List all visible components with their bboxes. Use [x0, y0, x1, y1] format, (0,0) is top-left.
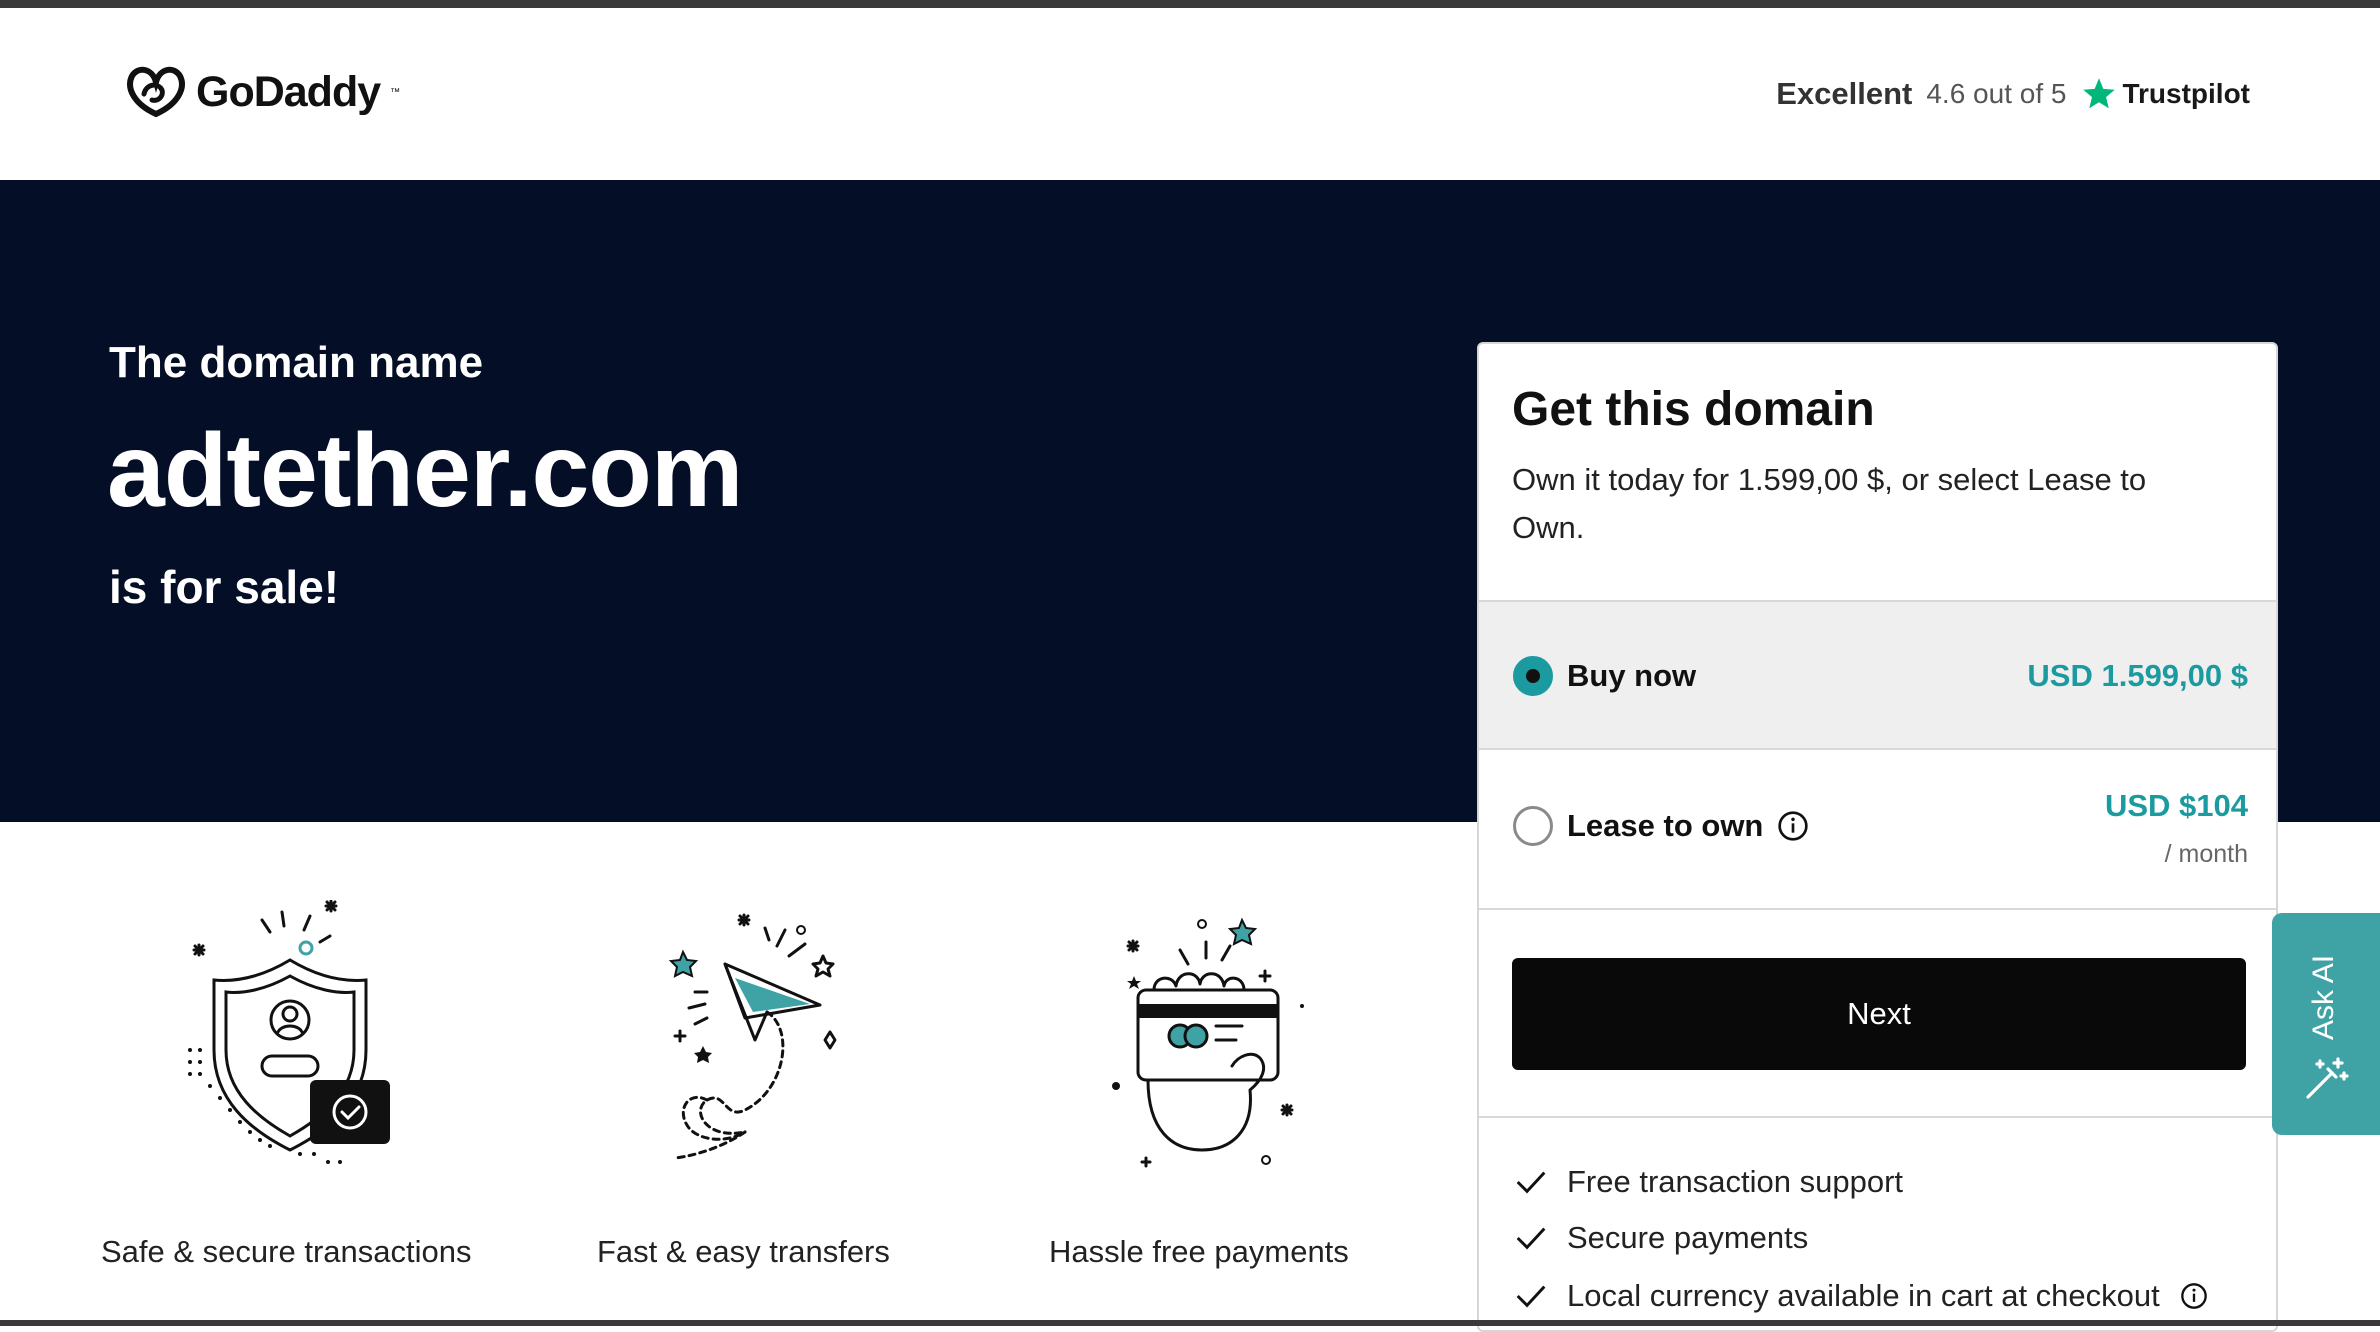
buy-now-radio[interactable] — [1513, 656, 1553, 696]
feature-payments — [1022, 900, 1382, 1180]
bullet-text: Local currency available in cart at chec… — [1567, 1278, 2160, 1313]
card-title: Get this domain — [1512, 383, 1875, 436]
logo-text: GoDaddy — [196, 67, 381, 116]
purchase-card: Get this domain Own it today for 1.599,0… — [1477, 342, 2278, 1332]
trustpilot-rating[interactable]: Excellent 4.6 out of 5 Trustpilot — [1776, 76, 2250, 112]
godaddy-logo-icon — [127, 66, 185, 118]
lease-to-own-label: Lease to own — [1567, 808, 1764, 843]
site-header: GoDaddy ™ Excellent 4.6 out of 5 Trustpil… — [0, 8, 2380, 180]
trustpilot-brand-label: Trustpilot — [2122, 78, 2250, 109]
ask-ai-button[interactable]: Ask AI — [2272, 913, 2380, 1135]
bullet-text: Free transaction support — [1567, 1164, 1904, 1199]
card-divider — [1479, 1116, 2276, 1118]
bullet-text: Secure payments — [1567, 1220, 1809, 1255]
window-top-edge — [0, 0, 2380, 8]
check-icon — [1516, 1285, 1546, 1308]
lease-to-own-label-group: Lease to own — [1567, 808, 1809, 844]
option-buy-now[interactable]: Buy now USD 1.599,00 $ — [1479, 600, 2276, 748]
card-description: Own it today for 1.599,00 $, or select L… — [1512, 462, 2147, 545]
hero-subtitle: The domain name — [109, 338, 484, 387]
feature-secure-label: Safe & secure transactions — [101, 1234, 472, 1269]
trademark-mark: ™ — [390, 86, 401, 98]
bullet-item: Local currency available in cart at chec… — [1515, 1278, 2208, 1314]
info-icon[interactable] — [1777, 810, 1809, 842]
bullet-item: Free transaction support — [1515, 1164, 1903, 1200]
shield-check-icon — [188, 900, 390, 1164]
option-lease-to-own[interactable]: Lease to own USD $104 / month — [1479, 748, 2276, 910]
trustpilot-rating-word: Excellent — [1776, 76, 1913, 111]
check-icon — [1516, 1227, 1546, 1250]
hero-tagline: is for sale! — [109, 561, 340, 613]
lease-price: USD $104 — [2104, 788, 2248, 823]
hand-card-icon — [1112, 917, 1304, 1168]
magic-wand-icon — [2306, 1057, 2349, 1099]
trustpilot-star-icon — [2083, 78, 2116, 109]
feature-transfers — [565, 900, 925, 1180]
feature-secure — [110, 900, 470, 1180]
window-bottom-edge — [0, 1320, 2380, 1326]
paper-plane-icon — [668, 913, 837, 1160]
next-button[interactable]: Next — [1512, 958, 2246, 1070]
info-icon[interactable] — [2180, 1282, 2208, 1310]
check-icon — [1516, 1171, 1546, 1194]
buy-now-price: USD 1.599,00 $ — [2027, 658, 2248, 693]
lease-to-own-radio[interactable] — [1513, 806, 1553, 846]
trustpilot-score: 4.6 out of 5 — [1926, 78, 2067, 109]
ask-ai-label: Ask AI — [2307, 954, 2340, 1040]
buy-now-label: Buy now — [1567, 658, 1697, 693]
domain-name: adtether.com — [107, 413, 743, 529]
bullet-item: Secure payments — [1515, 1220, 1808, 1256]
godaddy-logo[interactable]: GoDaddy ™ — [124, 64, 400, 120]
feature-transfers-label: Fast & easy transfers — [597, 1234, 890, 1269]
feature-payments-label: Hassle free payments — [1049, 1234, 1349, 1269]
trustpilot-brand: Trustpilot — [2080, 76, 2250, 112]
lease-period: / month — [2164, 840, 2248, 868]
